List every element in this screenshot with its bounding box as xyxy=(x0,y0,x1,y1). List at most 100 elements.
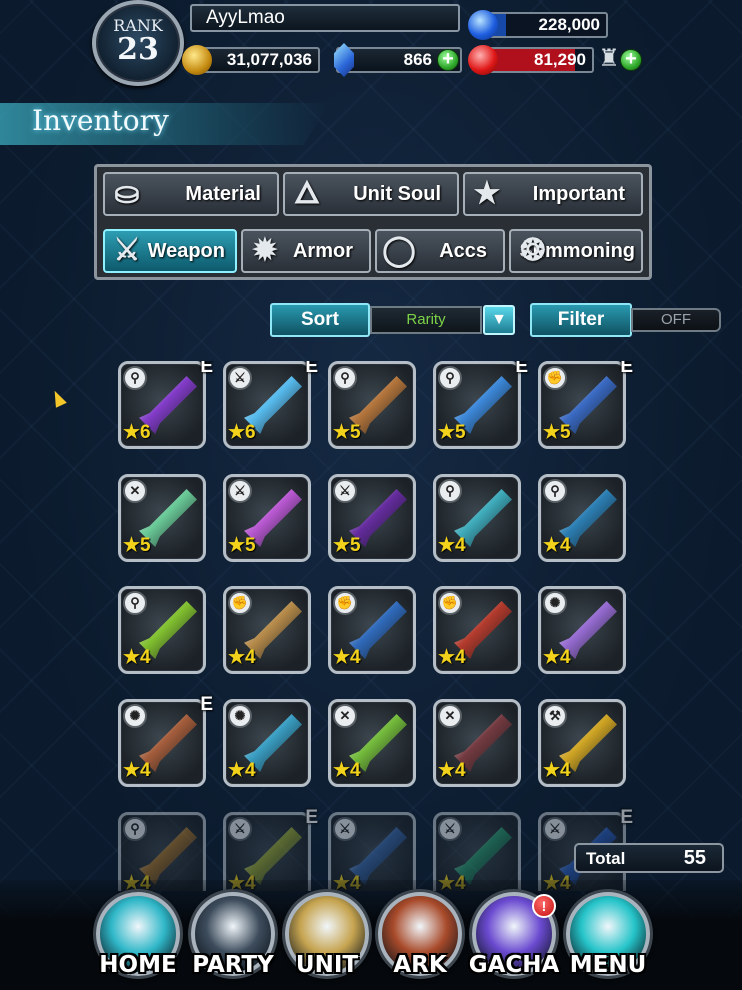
nav-ark-button[interactable]: ARK xyxy=(374,892,466,988)
sort-value[interactable]: Rarity xyxy=(370,306,482,334)
equipped-marker: E xyxy=(200,361,213,377)
rarity-stars: ★4 xyxy=(228,760,256,781)
rank-badge: RANK 23 xyxy=(92,0,184,86)
equipped-marker: E xyxy=(305,807,318,828)
notification-badge: ! xyxy=(532,894,556,918)
staff-type-icon: ⚲ xyxy=(123,591,147,615)
rarity-stars: ★5 xyxy=(228,535,256,556)
tab-armor[interactable]: ✹ Armor xyxy=(241,229,371,273)
rarity-stars: ★4 xyxy=(543,760,571,781)
nav-home-button[interactable]: HOME xyxy=(92,892,184,988)
weapon-grid: ⚲ E ★6 ⚔ E ★6 ⚲ ★5 ⚲ E ★5 ✊ E ★5 ✕ ★5 ⚔ ★5 ⚔ ★5 ⚲ ★4 ⚲ ★4 ⚲ ★4 ✊ ★4… xyxy=(118,361,638,891)
nav-party-button[interactable]: PARTY xyxy=(187,892,279,988)
blue-stat-value: 228,000 xyxy=(538,15,600,34)
staff-type-icon: ⚲ xyxy=(438,479,462,503)
weapon-item[interactable]: ✺ ★4 xyxy=(538,586,626,674)
rarity-stars: ★6 xyxy=(123,422,151,443)
tab-material[interactable]: ⛀ Material xyxy=(103,172,279,216)
weapon-item[interactable]: ⚔ ★5 xyxy=(223,474,311,562)
weapon-item[interactable]: ⚲ E ★6 xyxy=(118,361,213,449)
blue-orb-icon xyxy=(468,10,498,40)
tab-material-label: Material xyxy=(185,183,261,205)
nav-unit-button[interactable]: UNIT xyxy=(281,892,373,988)
tab-accs[interactable]: ◯ Accs xyxy=(375,229,505,273)
rarity-stars: ★4 xyxy=(438,647,466,668)
red-orb-icon xyxy=(468,45,498,75)
staff-type-icon: ⚲ xyxy=(123,366,147,390)
rarity-stars: ★4 xyxy=(123,760,151,781)
bow-type-icon: ✕ xyxy=(438,704,462,728)
staff-type-icon: ⚲ xyxy=(438,366,462,390)
staff-type-icon: ⚲ xyxy=(333,366,357,390)
nav-label: MENU xyxy=(569,952,647,978)
weapon-item[interactable]: ⚲ ★4 xyxy=(538,474,626,562)
red-stat: 81,290 xyxy=(468,45,594,75)
sword-icon: ⚔ xyxy=(113,234,141,267)
pointer-cursor-icon xyxy=(49,388,67,408)
sword-type-icon: ⚔ xyxy=(333,479,357,503)
weapon-item[interactable]: ⚒ ★4 xyxy=(538,699,626,787)
chevron-down-icon: ▼ xyxy=(491,311,507,328)
weapon-item[interactable]: ✕ ★4 xyxy=(328,699,416,787)
weapon-item[interactable]: ✊ ★4 xyxy=(223,586,311,674)
soul-flame-icon: 🜂 xyxy=(293,177,321,210)
weapon-item[interactable]: ✊ ★4 xyxy=(328,586,416,674)
weapon-item[interactable]: ✺ E ★4 xyxy=(118,694,213,787)
nav-label: UNIT xyxy=(295,952,359,978)
trophy-icon: ♜ xyxy=(598,45,620,72)
sword-type-icon: ⚔ xyxy=(228,366,252,390)
nav-menu-button[interactable]: MENU xyxy=(562,892,654,988)
filter-button[interactable]: Filter xyxy=(530,303,632,337)
tab-unit-soul[interactable]: 🜂 Unit Soul xyxy=(283,172,459,216)
page-title: Inventory xyxy=(32,104,169,137)
weapon-item[interactable]: ✕ ★4 xyxy=(433,699,521,787)
sword-type-icon: ⚔ xyxy=(333,817,357,841)
nav-label: GACHA xyxy=(468,952,560,978)
bow-type-icon: ✕ xyxy=(333,704,357,728)
star-icon: ★ xyxy=(473,177,501,210)
total-label: Total xyxy=(586,849,626,868)
rarity-stars: ★4 xyxy=(228,647,256,668)
weapon-item[interactable]: ⚲ ★5 xyxy=(328,361,416,449)
gun-type-icon: ✺ xyxy=(123,704,147,728)
rank-value: 23 xyxy=(117,32,159,67)
gil-coin-icon xyxy=(182,45,212,75)
sword-type-icon: ⚔ xyxy=(543,817,567,841)
tab-summoning[interactable]: ❂ Summoning xyxy=(509,229,643,273)
summon-icon: ❂ xyxy=(520,234,546,267)
fist-type-icon: ✊ xyxy=(333,591,357,615)
nav-label: HOME xyxy=(99,952,177,978)
add-lapis-button[interactable]: + xyxy=(437,49,459,71)
tab-accs-label: Accs xyxy=(439,240,487,262)
equipped-marker: E xyxy=(620,807,633,828)
sort-button[interactable]: Sort xyxy=(270,303,370,337)
weapon-item[interactable]: ✕ ★5 xyxy=(118,474,206,562)
sword-type-icon: ⚔ xyxy=(438,817,462,841)
sword-type-icon: ⚔ xyxy=(228,817,252,841)
blue-stat: 228,000 xyxy=(468,10,608,40)
gun-type-icon: ✺ xyxy=(228,704,252,728)
weapon-item[interactable]: ⚲ E ★5 xyxy=(433,361,528,449)
armor-icon: ✹ xyxy=(252,234,278,267)
sort-order-toggle[interactable]: ▼ xyxy=(483,305,515,335)
nav-gacha-button[interactable]: GACHA! xyxy=(468,892,560,988)
weapon-item[interactable]: ✊ E ★5 xyxy=(538,361,633,449)
weapon-item[interactable]: ✊ ★4 xyxy=(433,586,521,674)
weapon-item[interactable]: ✺ ★4 xyxy=(223,699,311,787)
tab-weapon[interactable]: ⚔ Weapon xyxy=(103,229,237,273)
rarity-stars: ★5 xyxy=(543,422,571,443)
weapon-item[interactable]: ⚔ ★5 xyxy=(328,474,416,562)
equipped-marker: E xyxy=(200,694,213,715)
staff-type-icon: ⚲ xyxy=(123,817,147,841)
add-energy-button[interactable]: + xyxy=(620,49,642,71)
rarity-stars: ★4 xyxy=(438,535,466,556)
total-value: 55 xyxy=(683,847,706,869)
weapon-item[interactable]: ⚔ E ★6 xyxy=(223,361,318,449)
weapon-item[interactable]: ⚲ ★4 xyxy=(433,474,521,562)
category-panel: ⛀ Material 🜂 Unit Soul ★ Important ⚔ Wea… xyxy=(94,164,652,280)
rarity-stars: ★4 xyxy=(438,760,466,781)
weapon-item[interactable]: ⚲ ★4 xyxy=(118,586,206,674)
hammer-type-icon: ⚒ xyxy=(543,704,567,728)
tab-important[interactable]: ★ Important xyxy=(463,172,643,216)
filter-status[interactable]: OFF xyxy=(631,308,721,332)
